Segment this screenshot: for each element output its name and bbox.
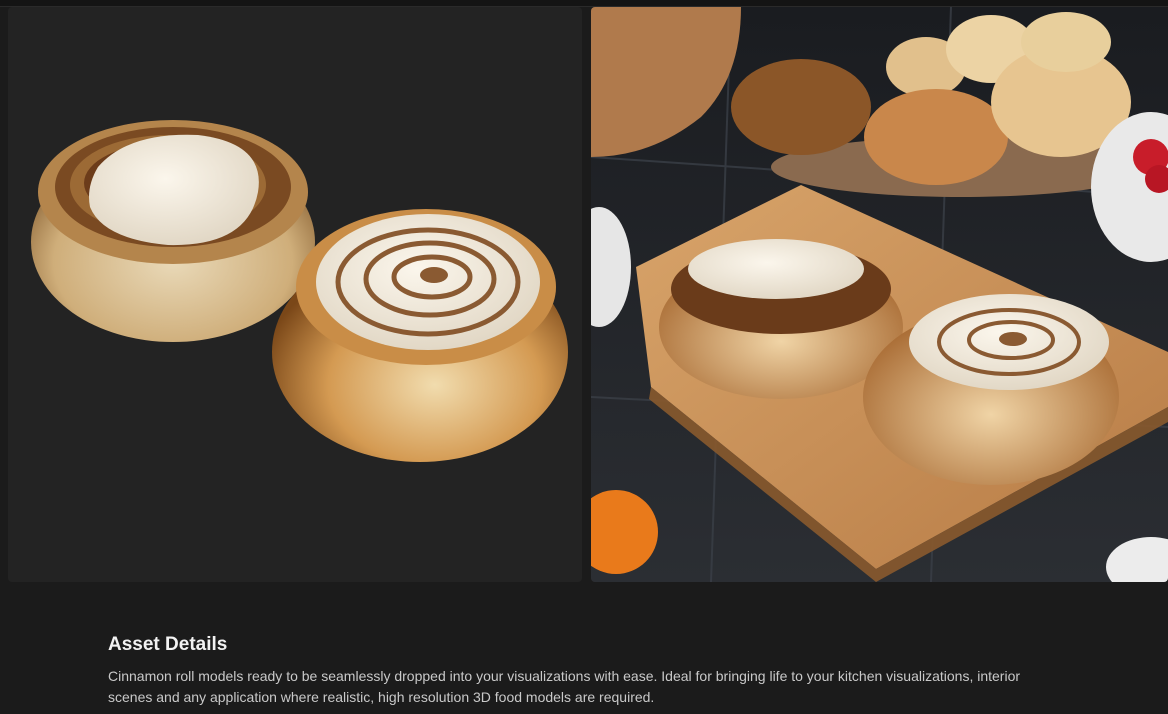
cinnamon-roll-right [272,209,568,462]
asset-details-heading: Asset Details [108,634,228,655]
asset-details-description: Cinnamon roll models ready to be seamles… [108,668,1021,705]
gallery-image-product-render[interactable] [8,7,582,582]
board-cinnamon-roll-left [659,239,903,399]
cinnamon-rolls-render [31,120,568,462]
asset-details-section: Asset Details Cinnamon roll models ready… [108,632,1068,708]
kitchen-scene-render [591,7,1168,582]
gallery-image-kitchen-scene[interactable] [591,7,1168,582]
cinnamon-roll-left [31,120,315,342]
top-divider [0,0,1168,7]
image-gallery [8,7,1168,582]
